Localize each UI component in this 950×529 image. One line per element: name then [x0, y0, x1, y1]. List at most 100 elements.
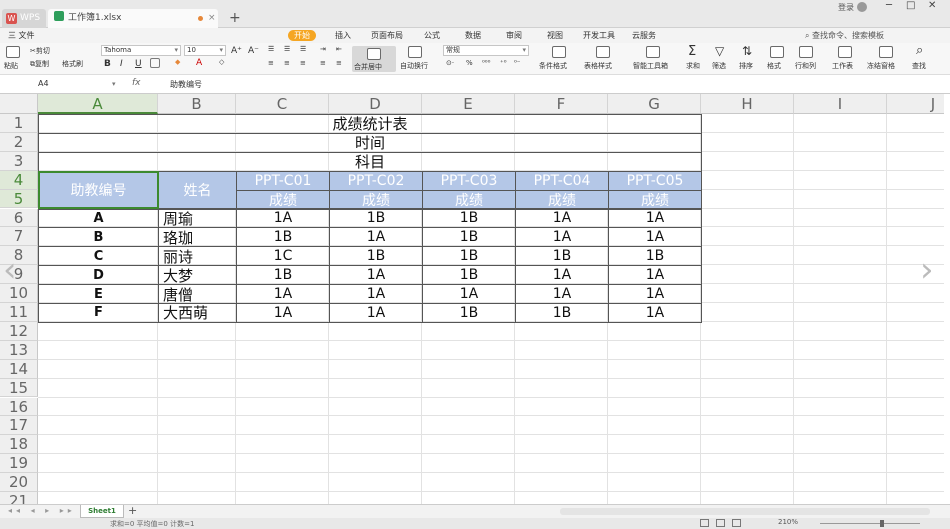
sum-label[interactable]: 求和 — [686, 61, 700, 71]
score-cell[interactable]: 1B — [515, 246, 609, 267]
filter-icon[interactable]: ▽ — [715, 44, 724, 58]
sheet-title-cell[interactable]: 成绩统计表 — [38, 114, 702, 134]
align-center-icon[interactable]: ≡ — [284, 59, 290, 67]
score-cell[interactable]: 1A — [515, 284, 609, 304]
font-shrink-icon[interactable]: A⁻ — [248, 46, 259, 56]
copy-button[interactable]: ⧉复制 — [30, 59, 49, 69]
currency-icon[interactable]: ⊙· — [446, 59, 454, 67]
find-label[interactable]: 查找 — [912, 61, 926, 71]
clear-format-icon[interactable]: ◇ — [219, 58, 224, 66]
record-id-cell[interactable]: D — [38, 265, 159, 286]
score-cell[interactable]: 1B — [422, 303, 516, 323]
freeze-panes-label[interactable]: 冻结窗格 — [867, 61, 895, 71]
score-cell[interactable]: 1B — [329, 208, 423, 229]
spreadsheet-grid[interactable]: A B C D E F G H I J 1 2 3 4 5 6 7 8 9 10 11 12 13 14 15 16 17 18 19 2… — [0, 94, 944, 504]
score-label-cell[interactable]: 成绩 — [608, 189, 702, 210]
close-tab-icon[interactable]: × — [208, 9, 216, 28]
close-window-icon[interactable]: ✕ — [928, 0, 936, 11]
row-header-1[interactable]: 1 — [0, 114, 38, 133]
row-header-11[interactable]: 11 — [0, 303, 38, 322]
column-header-i[interactable]: I — [794, 94, 887, 114]
paste-label[interactable]: 粘贴 — [4, 61, 18, 71]
bold-icon[interactable]: B — [104, 59, 111, 69]
score-cell[interactable]: 1A — [515, 227, 609, 248]
worksheet-icon[interactable] — [838, 46, 852, 58]
score-cell[interactable]: 1B — [422, 208, 516, 229]
add-sheet-button[interactable]: + — [128, 504, 137, 517]
filter-label[interactable]: 筛选 — [712, 61, 726, 71]
row-header-5[interactable]: 5 — [0, 189, 38, 209]
normal-view-icon[interactable] — [700, 519, 709, 527]
decrease-decimal-icon[interactable]: ⁰⁻ — [514, 59, 521, 67]
align-top-icon[interactable]: ☰ — [268, 45, 274, 53]
score-cell[interactable]: 1A — [515, 265, 609, 286]
column-header-j[interactable]: J — [887, 94, 944, 114]
row-header-4[interactable]: 4 — [0, 170, 38, 190]
record-name-cell[interactable]: 珞珈 — [158, 227, 237, 248]
sort-icon[interactable]: ⇅ — [742, 44, 752, 58]
record-id-cell[interactable]: A — [38, 208, 159, 229]
horizontal-scrollbar[interactable] — [560, 508, 930, 515]
format-icon[interactable] — [770, 46, 784, 58]
row-header-17[interactable]: 17 — [0, 416, 38, 436]
smart-toolbox-label[interactable]: 智能工具箱 — [633, 61, 668, 71]
row-header-20[interactable]: 20 — [0, 473, 38, 492]
course-header-cell[interactable]: PPT-C03 — [422, 170, 516, 191]
font-grow-icon[interactable]: A⁺ — [231, 46, 242, 56]
menu-formula[interactable]: 公式 — [424, 30, 440, 41]
smart-toolbox-icon[interactable] — [646, 46, 660, 58]
score-cell[interactable]: 1A — [236, 303, 330, 323]
score-cell[interactable]: 1A — [608, 303, 702, 323]
course-header-cell[interactable]: PPT-C05 — [608, 170, 702, 191]
score-cell[interactable]: 1B — [422, 227, 516, 248]
column-header-h[interactable]: H — [701, 94, 794, 114]
score-label-cell[interactable]: 成绩 — [422, 189, 516, 210]
column-header-g[interactable]: G — [608, 94, 701, 114]
indent-icon[interactable]: ⇥ — [320, 45, 326, 53]
score-label-cell[interactable]: 成绩 — [329, 189, 423, 210]
table-style-icon[interactable] — [596, 46, 610, 58]
column-header-b[interactable]: B — [158, 94, 236, 114]
record-name-cell[interactable]: 大梦 — [158, 265, 237, 286]
wrap-text-icon[interactable] — [408, 46, 422, 58]
font-size-select[interactable]: 10 ▾ — [184, 45, 226, 56]
distribute-icon[interactable]: ≡ — [336, 59, 342, 67]
score-cell[interactable]: 1A — [329, 284, 423, 304]
percent-icon[interactable]: % — [466, 59, 473, 67]
column-header-c[interactable]: C — [236, 94, 329, 114]
row-header-3[interactable]: 3 — [0, 151, 38, 171]
column-header-a[interactable]: A — [38, 94, 158, 114]
conditional-format-label[interactable]: 条件格式 — [539, 61, 567, 71]
document-tab[interactable]: 工作簿1.xlsx × — [48, 9, 218, 28]
id-header-cell[interactable]: 助教编号 — [38, 170, 159, 210]
score-cell[interactable]: 1B — [236, 265, 330, 286]
fill-color-icon[interactable]: ◆ — [175, 58, 180, 66]
maximize-icon[interactable]: □ — [906, 0, 915, 11]
find-icon[interactable]: ⌕ — [916, 43, 923, 58]
row-header-6[interactable]: 6 — [0, 208, 38, 228]
menu-home[interactable]: 开始 — [288, 30, 316, 41]
align-left-icon[interactable]: ≡ — [268, 59, 274, 67]
menu-review[interactable]: 审阅 — [506, 30, 522, 41]
zoom-slider[interactable] — [820, 523, 920, 524]
column-header-f[interactable]: F — [515, 94, 608, 114]
score-cell[interactable]: 1A — [608, 227, 702, 248]
score-cell[interactable]: 1A — [236, 284, 330, 304]
score-cell[interactable]: 1B — [515, 303, 609, 323]
row-header-2[interactable]: 2 — [0, 132, 38, 152]
worksheet-label[interactable]: 工作表 — [832, 61, 853, 71]
record-name-cell[interactable]: 周瑜 — [158, 208, 237, 229]
record-id-cell[interactable]: E — [38, 284, 159, 304]
record-name-cell[interactable]: 大西萌 — [158, 303, 237, 323]
page-layout-view-icon[interactable] — [716, 519, 725, 527]
zoom-slider-knob[interactable] — [880, 520, 884, 527]
align-bottom-icon[interactable]: ☰ — [300, 45, 306, 53]
thousands-icon[interactable]: ⁰⁰⁰ — [482, 59, 490, 67]
record-name-cell[interactable]: 丽诗 — [158, 246, 237, 267]
align-middle-icon[interactable]: ☰ — [284, 45, 290, 53]
merge-center-button[interactable]: 合并居中 — [352, 46, 396, 72]
italic-icon[interactable]: I — [120, 59, 123, 69]
record-id-cell[interactable]: B — [38, 227, 159, 248]
score-cell[interactable]: 1A — [236, 208, 330, 229]
command-search[interactable]: ⌕ 查找命令、搜索模板 — [805, 30, 884, 41]
